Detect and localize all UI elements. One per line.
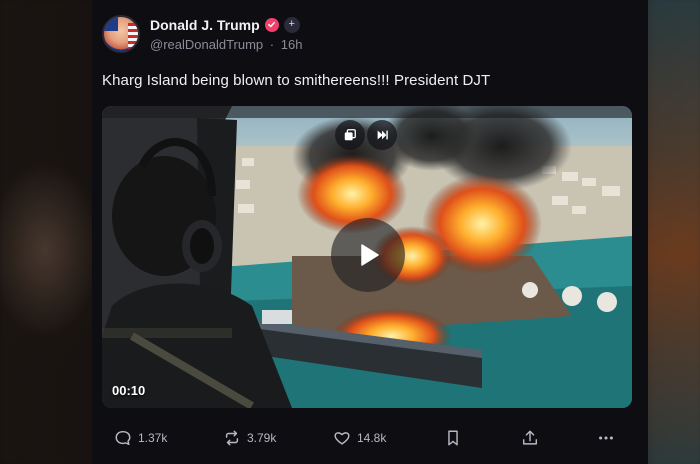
repost-count: 3.79k <box>247 431 277 445</box>
repost-media-icon <box>344 129 356 141</box>
blurred-side-right <box>648 0 700 464</box>
repost-button[interactable]: 3.79k <box>223 424 276 452</box>
post-card: Donald J. Trump + @realDonaldTrump · 16h… <box>92 0 648 464</box>
action-bar: 1.37k 3.79k 14.8k <box>92 424 648 452</box>
post-text: Kharg Island being blown to smithereens!… <box>102 72 491 89</box>
share-icon <box>522 430 538 445</box>
skip-forward-icon <box>377 130 388 140</box>
reply-button[interactable]: 1.37k <box>114 424 167 452</box>
repost-icon <box>225 430 239 446</box>
name-row: Donald J. Trump + <box>150 16 302 33</box>
skip-forward-button[interactable] <box>367 120 397 150</box>
reply-icon <box>115 430 131 446</box>
separator: · <box>269 36 275 52</box>
blurred-side-left <box>0 0 92 464</box>
more-button[interactable] <box>597 424 615 452</box>
author-info: Donald J. Trump + @realDonaldTrump · 16h <box>150 16 302 52</box>
like-count: 14.8k <box>357 431 387 445</box>
heart-icon <box>334 432 350 445</box>
plus-badge-icon: + <box>283 16 300 33</box>
verified-badge-icon <box>264 17 279 32</box>
reply-count: 1.37k <box>138 431 168 445</box>
bookmark-button[interactable] <box>444 424 462 452</box>
play-button[interactable] <box>331 218 405 292</box>
play-icon <box>361 244 379 266</box>
like-button[interactable]: 14.8k <box>333 424 386 452</box>
handle-row: @realDonaldTrump · 16h <box>150 37 302 52</box>
repost-media-button[interactable] <box>335 120 365 150</box>
video-player[interactable]: 00:10 <box>102 106 632 408</box>
display-name[interactable]: Donald J. Trump <box>150 17 260 33</box>
handle[interactable]: @realDonaldTrump <box>150 37 263 52</box>
avatar[interactable] <box>102 15 140 53</box>
post-header: Donald J. Trump + @realDonaldTrump · 16h <box>102 12 302 56</box>
more-icon <box>599 436 613 440</box>
bookmark-icon <box>448 430 458 446</box>
post-age: 16h <box>280 36 303 52</box>
share-button[interactable] <box>521 424 539 452</box>
video-duration: 00:10 <box>112 383 146 398</box>
